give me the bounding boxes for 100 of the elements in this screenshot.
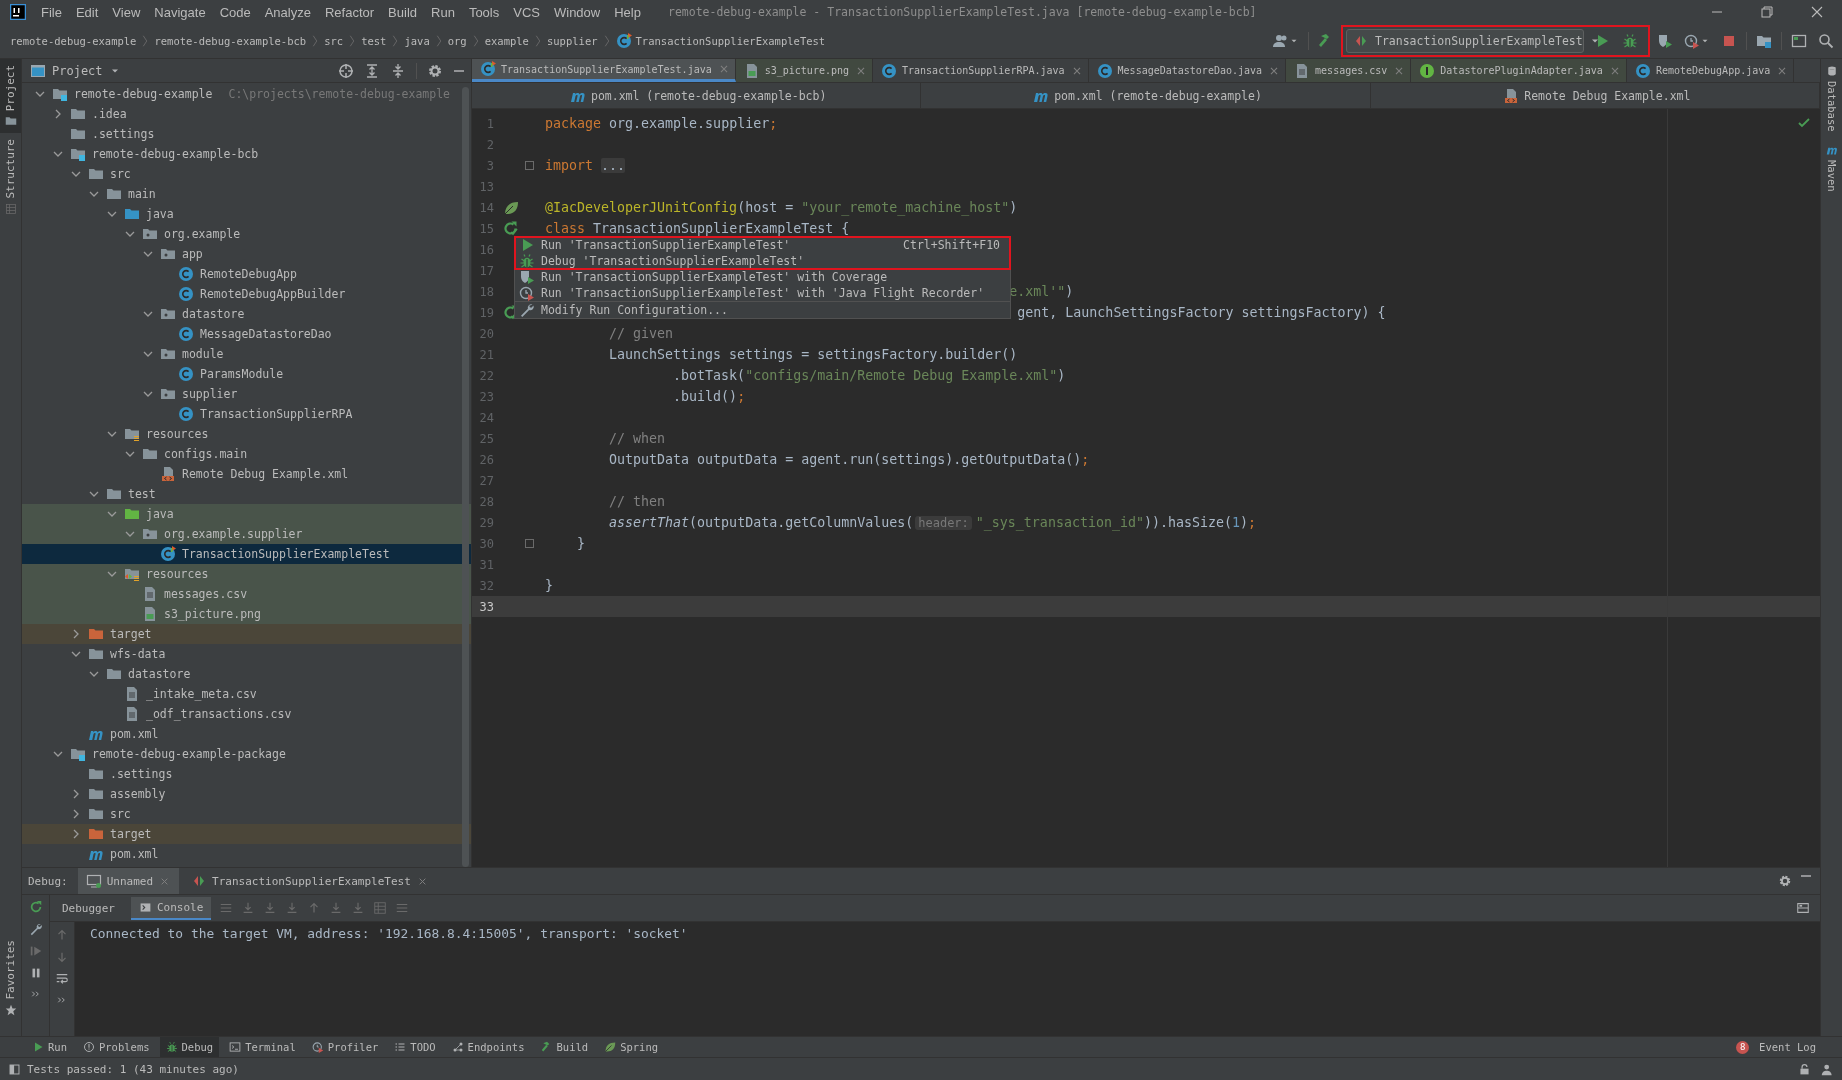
search-button[interactable]	[1816, 31, 1836, 51]
locate-button[interactable]	[338, 62, 354, 79]
editor-tab[interactable]: pom.xml (remote-debug-example)	[921, 83, 1371, 108]
session-tab[interactable]: TransactionSupplierExampleTest	[183, 868, 437, 894]
more-button[interactable]	[29, 988, 42, 1000]
tree-item[interactable]: module	[22, 344, 471, 364]
tool-window-tab[interactable]: Project	[0, 59, 21, 134]
tree-item[interactable]: pom.xml	[22, 844, 471, 864]
list-button[interactable]	[219, 901, 234, 915]
tree-item[interactable]: java	[22, 204, 471, 224]
tool-window-tab[interactable]: Maven	[1821, 137, 1842, 198]
menu-item[interactable]: File	[34, 2, 69, 22]
tool-windows-toggle-button[interactable]	[8, 1062, 21, 1076]
tree-item[interactable]: .settings	[22, 124, 471, 144]
more-button[interactable]	[56, 994, 68, 1006]
settings-button[interactable]	[1778, 874, 1792, 888]
breadcrumb[interactable]: src	[324, 35, 344, 47]
tool-window-tab[interactable]: Database	[1821, 59, 1842, 138]
tree-item[interactable]: RemoteDebugApp	[22, 264, 471, 284]
rerun-button[interactable]	[28, 900, 43, 914]
breadcrumb[interactable]: TransactionSupplierExampleTest	[615, 33, 826, 49]
menu-item[interactable]: Modify Run Configuration...	[515, 302, 1010, 318]
wrap-button[interactable]	[55, 972, 69, 986]
editor-tab[interactable]: Remote Debug Example.xml	[1370, 83, 1820, 108]
menu-item[interactable]: Debug 'TransactionSupplierExampleTest'	[515, 253, 1010, 269]
circular-arrow-icon[interactable]	[503, 220, 519, 237]
editor-tab[interactable]: RemoteDebugApp.java	[1626, 59, 1795, 82]
menu-item[interactable]: Edit	[68, 2, 106, 22]
tree-item[interactable]: remote-debug-example C:\projects\remote-debug-example	[22, 84, 471, 104]
project-view-dropdown[interactable]: Project	[30, 62, 121, 79]
tree-item[interactable]: s3_picture.png	[22, 604, 471, 624]
tool-window-button[interactable]: Endpoints	[445, 1037, 531, 1057]
menu-item[interactable]: View	[105, 2, 148, 22]
layout-button[interactable]	[1796, 901, 1810, 915]
tree-item[interactable]: main	[22, 184, 471, 204]
tree-item[interactable]: _odf_transactions.csv	[22, 704, 471, 724]
up-button[interactable]	[55, 928, 69, 942]
tree-item[interactable]: .idea	[22, 104, 471, 124]
tree-item[interactable]: wfs-data	[22, 644, 471, 664]
breadcrumb[interactable]: remote-debug-example	[10, 35, 137, 47]
menu-item[interactable]: Code	[212, 2, 258, 22]
menu-item[interactable]: Run 'TransactionSupplierExampleTest' with 'Java Flight Recorder'	[515, 285, 1010, 301]
tree-item[interactable]: pom.xml	[22, 724, 471, 744]
tree-item[interactable]: .settings	[22, 764, 471, 784]
settings-button[interactable]	[427, 62, 443, 79]
down-button[interactable]	[55, 950, 69, 964]
tool-window-button[interactable]: Event Log	[1753, 1041, 1822, 1053]
tree-item[interactable]: messages.csv	[22, 584, 471, 604]
menu-item[interactable]: Help	[607, 2, 648, 22]
tree-item[interactable]: target	[22, 824, 471, 844]
tree-item[interactable]: TransactionSupplierExampleTest	[22, 544, 471, 564]
collapse-all-button[interactable]	[390, 62, 406, 79]
resume-button[interactable]	[28, 944, 43, 958]
breadcrumb[interactable]: java	[404, 35, 430, 47]
tool-window-button[interactable]: Profiler	[305, 1037, 385, 1057]
menu-item[interactable]: Refactor	[317, 2, 382, 22]
editor-tab[interactable]: TransactionSupplierExampleTest.java	[472, 59, 736, 82]
breadcrumb[interactable]: example	[484, 35, 529, 47]
leaf-icon[interactable]	[503, 199, 519, 216]
tree-item[interactable]: resources	[22, 424, 471, 444]
tool-window-button[interactable]: Spring	[598, 1037, 665, 1057]
fold-icon[interactable]	[525, 161, 534, 170]
tree-item[interactable]: java	[22, 504, 471, 524]
tree-item[interactable]: test	[22, 484, 471, 504]
breadcrumb[interactable]: remote-debug-example-bcb	[154, 35, 307, 47]
panel-tab[interactable]: Console	[131, 896, 212, 920]
breadcrumb[interactable]: supplier	[546, 35, 598, 47]
menu-item[interactable]: Run 'TransactionSupplierExampleTest' with Coverage	[515, 269, 1010, 285]
tree-item[interactable]: src	[22, 804, 471, 824]
tree-item[interactable]: MessageDatastoreDao	[22, 324, 471, 344]
tree-item[interactable]: target	[22, 624, 471, 644]
editor-tab[interactable]: DatastorePluginAdapter.java	[1411, 59, 1627, 82]
menu-item[interactable]: Navigate	[147, 2, 213, 22]
tree-item[interactable]: remote-debug-example-package	[22, 744, 471, 764]
tree-item[interactable]: app	[22, 244, 471, 264]
tree-item[interactable]: _intake_meta.csv	[22, 684, 471, 704]
hide-button[interactable]	[453, 68, 465, 73]
tool-window-button[interactable]: Terminal	[223, 1037, 302, 1057]
settings-button[interactable]	[28, 922, 43, 936]
tree-item[interactable]: remote-debug-example-bcb	[22, 144, 471, 164]
tree-item[interactable]: configs.main	[22, 444, 471, 464]
editor-tab[interactable]: messages.csv	[1286, 59, 1412, 82]
tool-window-button[interactable]: TODO	[388, 1037, 442, 1057]
tree-item[interactable]: supplier	[22, 384, 471, 404]
tree-item[interactable]: TransactionSupplierRPA	[22, 404, 471, 424]
menu-item[interactable]: Window	[546, 2, 608, 22]
menu-item[interactable]: Analyze	[257, 2, 318, 22]
editor-tab[interactable]: TransactionSupplierRPA.java	[873, 59, 1089, 82]
fold-icon[interactable]	[525, 539, 534, 548]
list-button[interactable]	[395, 901, 410, 915]
tree-item[interactable]: ParamsModule	[22, 364, 471, 384]
breadcrumb[interactable]: test	[361, 35, 387, 47]
breadcrumb[interactable]: org	[447, 35, 467, 47]
tool-window-button[interactable]: Run	[26, 1037, 73, 1057]
tree-item[interactable]: resources	[22, 564, 471, 584]
session-tab[interactable]: Unnamed	[77, 868, 180, 894]
tool-window-button[interactable]: Problems	[76, 1037, 156, 1057]
lock-button[interactable]	[1798, 1062, 1811, 1076]
tree-item[interactable]: org.example.supplier	[22, 524, 471, 544]
expand-all-button[interactable]	[364, 62, 380, 79]
